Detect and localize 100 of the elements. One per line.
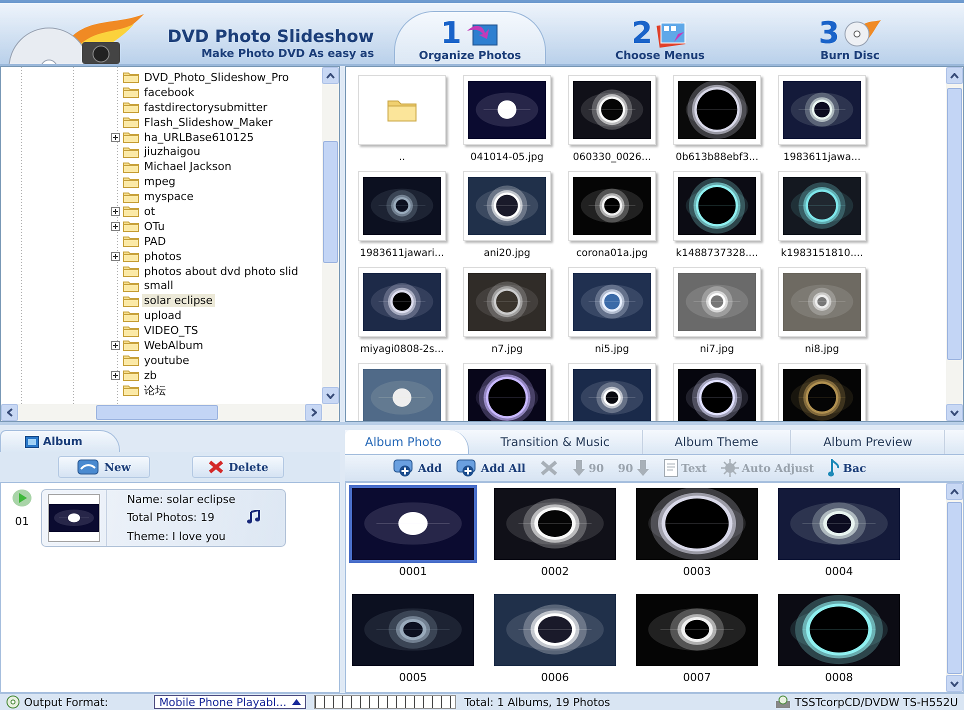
thumbnail[interactable] (673, 75, 761, 145)
arrow-down-icon (950, 680, 959, 686)
thumbnail[interactable] (568, 267, 656, 337)
folder-item[interactable]: WebAlbum (142, 338, 206, 352)
step-tab[interactable]: 3 Burn Disc (774, 11, 926, 64)
folder-item[interactable]: youtube (142, 354, 192, 367)
folder-icon (123, 116, 139, 128)
scrollbar[interactable] (946, 67, 963, 421)
output-format-dropdown[interactable]: Mobile Phone Playabl... (154, 695, 306, 709)
folder-item[interactable]: ha_URLBase610125 (142, 130, 256, 144)
expand-toggle[interactable] (111, 370, 120, 380)
folder-item[interactable]: myspace (142, 190, 196, 204)
file-name: 1983611jawa... (783, 152, 861, 163)
add-all-button[interactable]: Add All (456, 459, 526, 477)
file-name: 041014-05.jpg (470, 152, 544, 163)
editor-tab[interactable]: Transition & Music (468, 430, 643, 454)
background-music-button[interactable]: Bac (828, 459, 866, 477)
thumbnail[interactable] (463, 171, 551, 241)
album-name: Name: solar eclipse (127, 492, 236, 506)
close-icon (540, 460, 558, 476)
new-button[interactable]: New (58, 456, 150, 478)
folder-item[interactable]: DVD_Photo_Slideshow_Pro (142, 70, 291, 84)
folder-icon (123, 160, 139, 173)
app-tagline: Make Photo DVD As easy as (201, 47, 374, 60)
folder-item[interactable]: jiuzhaigou (142, 145, 202, 158)
folder-icon (123, 220, 139, 232)
folder-icon (387, 98, 417, 122)
file-name: ni8.jpg (804, 344, 840, 355)
folder-item[interactable]: Flash_Slideshow_Maker (142, 116, 275, 129)
folder-item[interactable]: fastdirectorysubmitter (142, 100, 270, 114)
output-format-label: Output Format: (24, 696, 108, 708)
folder-item[interactable]: solar eclipse (142, 294, 215, 308)
folder-item[interactable]: Michael Jackson (142, 160, 234, 174)
thumbnail[interactable] (463, 75, 551, 145)
thumbnail[interactable] (568, 363, 656, 421)
editor-tab[interactable]: Album Photo (345, 430, 468, 454)
step-tab[interactable]: 1 Organize Photos (394, 11, 546, 64)
editor-tab[interactable]: Album Theme (642, 430, 792, 454)
folder-icon (123, 146, 139, 158)
step-tab[interactable]: 2 Choose Menus (584, 11, 736, 64)
folder-icon (123, 190, 139, 203)
horizontal-scrollbar[interactable] (1, 404, 339, 421)
step-label: Choose Menus (615, 49, 705, 64)
expand-toggle[interactable] (111, 252, 120, 261)
caret-icon (292, 699, 302, 705)
file-name: n7.jpg (491, 344, 523, 355)
album-summary: Total: 1 Albums, 19 Photos (464, 696, 610, 708)
folder-item[interactable]: PAD (142, 234, 168, 248)
folder-item[interactable]: photos about dvd photo slid (142, 264, 300, 278)
delete-button[interactable]: Delete (192, 456, 284, 478)
scrollbar[interactable] (322, 67, 339, 404)
menu-template-icon (656, 20, 688, 48)
delete-icon (208, 460, 224, 474)
thumbnail[interactable] (778, 171, 866, 241)
folder-item[interactable]: ot (142, 204, 158, 218)
thumbnail[interactable] (358, 267, 446, 337)
thumbnail[interactable] (463, 363, 551, 421)
thumbnail[interactable] (778, 267, 866, 337)
expand-toggle[interactable] (111, 340, 120, 350)
folder-item[interactable]: zb (142, 368, 159, 382)
arrow-up-icon (326, 72, 335, 78)
thumbnail[interactable] (778, 75, 866, 145)
folder-icon (123, 101, 139, 114)
album-theme: Theme: I love you (127, 530, 226, 544)
thumbnail[interactable] (358, 171, 446, 241)
step-number: 2 (632, 19, 652, 49)
thumbnail[interactable] (778, 363, 866, 421)
editor-tab[interactable]: Album Preview (791, 430, 946, 454)
folder-item[interactable]: photos (142, 250, 184, 263)
folder-item[interactable]: 论坛 (142, 382, 168, 398)
thumbnail[interactable] (463, 267, 551, 337)
thumbnail[interactable] (358, 363, 446, 421)
folder-icon (123, 265, 139, 278)
play-icon[interactable] (12, 489, 32, 507)
thumbnail[interactable] (673, 363, 761, 421)
file-name: .. (398, 152, 406, 163)
thumbnail[interactable] (673, 171, 761, 241)
folder-icon (123, 176, 139, 188)
expand-toggle[interactable] (111, 206, 120, 216)
arrow-up-icon (950, 488, 959, 494)
expand-toggle[interactable] (111, 222, 120, 231)
folder-item[interactable]: OTu (142, 220, 167, 233)
thumbnail[interactable] (358, 75, 446, 145)
expand-toggle[interactable] (111, 132, 120, 142)
thumbnail[interactable] (568, 75, 656, 145)
album-tab[interactable]: Album (0, 430, 120, 452)
scrollbar[interactable] (946, 483, 963, 692)
file-name: k1488737328.... (676, 248, 758, 259)
add-button[interactable]: Add (393, 459, 442, 477)
folder-item[interactable]: small (142, 279, 176, 292)
arrow-right-icon (310, 408, 316, 417)
folder-item[interactable]: facebook (142, 86, 196, 99)
folder-item[interactable]: upload (142, 309, 184, 322)
thumbnail[interactable] (673, 267, 761, 337)
album-card[interactable]: Name: solar eclipse Total Photos: 19 Theme: I love you (41, 489, 286, 547)
folder-item[interactable]: VIDEO_TS (142, 324, 200, 338)
folder-item[interactable]: mpeg (142, 175, 178, 188)
thumbnail[interactable] (568, 171, 656, 241)
file-name: 1983611jawari... (360, 248, 444, 259)
album-number: 01 (15, 515, 29, 528)
